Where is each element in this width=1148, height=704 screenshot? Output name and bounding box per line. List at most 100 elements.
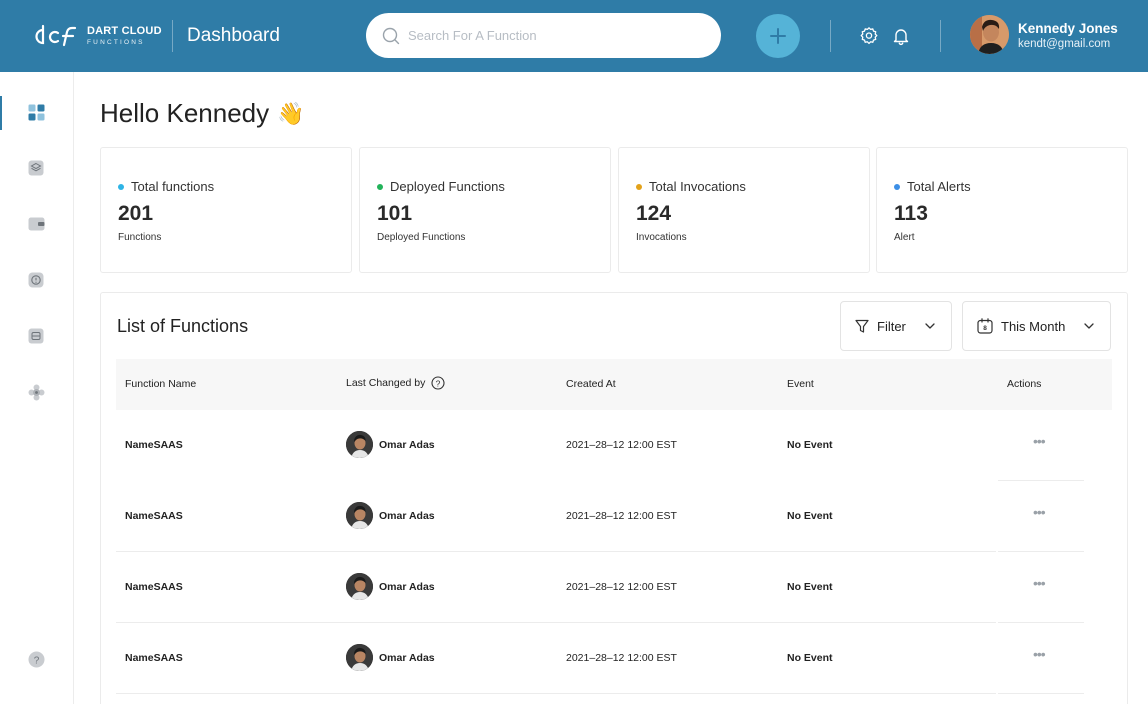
- user-email: kendt@gmail.com: [1018, 38, 1111, 50]
- changed-by: Omar Adas: [346, 431, 435, 458]
- help-circle-icon[interactable]: ?: [431, 376, 445, 390]
- functions-panel: List of Functions Filter 8 This Month Fu…: [100, 292, 1128, 704]
- greeting: Hello Kennedy 👋: [100, 98, 305, 129]
- user-photo-icon: [346, 431, 373, 458]
- alert-circle-icon: [28, 272, 44, 288]
- user-avatar[interactable]: [970, 15, 1009, 54]
- sidebar-item-wallet[interactable]: [27, 215, 45, 233]
- brand-name: DART CLOUD: [87, 24, 162, 37]
- sidebar-item-settings[interactable]: [27, 383, 45, 401]
- filter-label: Filter: [877, 318, 906, 334]
- filter-funnel-icon: [855, 319, 869, 333]
- header-divider: [940, 20, 941, 52]
- column-label: Last Changed by: [346, 377, 426, 389]
- column-event[interactable]: Event: [787, 378, 814, 390]
- function-name[interactable]: NameSAAS: [125, 510, 183, 522]
- sidebar-item-layers[interactable]: [27, 159, 45, 177]
- user-name: Kennedy Jones: [1018, 21, 1118, 36]
- status-dot: [894, 183, 900, 190]
- search-input[interactable]: [408, 28, 688, 43]
- filter-dropdown[interactable]: Filter: [840, 301, 952, 351]
- chevron-down-icon: [925, 323, 935, 329]
- column-actions: Actions: [1007, 378, 1042, 390]
- function-name[interactable]: NameSAAS: [125, 439, 183, 451]
- table-header: Function Name Last Changed by ? Created …: [116, 359, 1112, 410]
- event: No Event: [787, 581, 833, 593]
- event: No Event: [787, 439, 833, 451]
- stat-card-total-functions[interactable]: Total functions 201 Functions: [100, 147, 352, 273]
- created-at: 2021–28–12 12:00 EST: [566, 652, 677, 664]
- search-box[interactable]: [366, 13, 721, 58]
- user-photo-icon: [346, 502, 373, 529]
- stat-subtitle: Invocations: [636, 232, 687, 243]
- more-options-icon[interactable]: •••: [1033, 576, 1049, 593]
- sidebar-item-help[interactable]: ?: [27, 650, 45, 668]
- stat-subtitle: Functions: [118, 232, 162, 243]
- changed-by-name: Omar Adas: [379, 580, 435, 593]
- column-function-name[interactable]: Function Name: [125, 378, 196, 390]
- sidebar-item-dashboard[interactable]: [27, 103, 45, 121]
- user-photo-icon: [970, 15, 1009, 54]
- period-label: This Month: [1001, 318, 1066, 334]
- top-header: DART CLOUD FUNCTIONS Dashboard Search Fo…: [0, 0, 1148, 72]
- stat-card-total-invocations[interactable]: Total Invocations 124 Invocations: [618, 147, 870, 273]
- stat-value: 101: [377, 202, 413, 225]
- changed-by-name: Omar Adas: [379, 438, 435, 451]
- table-row[interactable]: NameSAAS Omar Adas 2021–28–12 12:00 EST …: [116, 410, 1112, 481]
- created-at: 2021–28–12 12:00 EST: [566, 439, 677, 451]
- more-options-icon[interactable]: •••: [1033, 505, 1049, 522]
- settings-cog-icon: [28, 384, 44, 400]
- settings-gear-icon[interactable]: [859, 26, 879, 46]
- created-at: 2021–28–12 12:00 EST: [566, 581, 677, 593]
- help-icon: ?: [28, 651, 44, 667]
- wallet-icon: [28, 217, 44, 231]
- stat-subtitle: Alert: [894, 232, 915, 243]
- brand-logo[interactable]: DART CLOUD FUNCTIONS: [31, 24, 162, 48]
- header-divider: [172, 20, 173, 52]
- table-row[interactable]: NameSAAS Omar Adas 2021–28–12 12:00 EST …: [116, 481, 1112, 552]
- svg-text:?: ?: [33, 655, 39, 666]
- function-name[interactable]: NameSAAS: [125, 652, 183, 664]
- active-indicator: [0, 96, 2, 130]
- more-options-icon[interactable]: •••: [1033, 434, 1049, 451]
- search-icon: [382, 27, 400, 44]
- changed-by: Omar Adas: [346, 644, 435, 671]
- event: No Event: [787, 652, 833, 664]
- chevron-down-icon: [1084, 323, 1094, 329]
- period-dropdown[interactable]: 8 This Month: [962, 301, 1111, 351]
- stat-card-total-alerts[interactable]: Total Alerts 113 Alert: [876, 147, 1128, 273]
- sidebar-item-storage[interactable]: [27, 327, 45, 345]
- table-row[interactable]: NameSAAS Omar Adas 2021–28–12 12:00 EST …: [116, 552, 1112, 623]
- status-dot: [377, 183, 383, 190]
- notification-bell-icon[interactable]: [891, 26, 911, 46]
- add-function-button[interactable]: [756, 14, 800, 58]
- panel-title: List of Functions: [117, 316, 249, 336]
- more-options-icon[interactable]: •••: [1033, 647, 1049, 664]
- avatar: [346, 573, 373, 600]
- dashboard-grid-icon: [28, 104, 44, 120]
- function-name[interactable]: NameSAAS: [125, 581, 183, 593]
- stat-title: Total Invocations: [649, 179, 746, 194]
- svg-text:?: ?: [436, 378, 441, 388]
- calendar-icon: 8: [977, 318, 993, 334]
- status-dot: [118, 183, 124, 190]
- row-divider: [998, 693, 1084, 694]
- stat-title: Deployed Functions: [390, 179, 505, 194]
- plus-icon: [770, 28, 786, 44]
- dcf-logo-icon: [35, 24, 77, 47]
- brand-subtitle: FUNCTIONS: [87, 38, 145, 46]
- changed-by-name: Omar Adas: [379, 651, 435, 664]
- sidebar-item-alerts[interactable]: [27, 271, 45, 289]
- stat-card-deployed-functions[interactable]: Deployed Functions 101 Deployed Function…: [359, 147, 611, 273]
- stat-value: 113: [894, 202, 928, 225]
- waving-hand-emoji: 👋: [277, 100, 305, 126]
- user-photo-icon: [346, 644, 373, 671]
- stat-title: Total Alerts: [907, 179, 971, 194]
- column-created-at[interactable]: Created At: [566, 378, 616, 390]
- changed-by: Omar Adas: [346, 502, 435, 529]
- sidebar-nav: ?: [0, 72, 74, 704]
- table-row[interactable]: NameSAAS Omar Adas 2021–28–12 12:00 EST …: [116, 623, 1112, 694]
- column-last-changed[interactable]: Last Changed by ?: [346, 376, 445, 390]
- layers-icon: [28, 160, 44, 176]
- header-divider: [830, 20, 831, 52]
